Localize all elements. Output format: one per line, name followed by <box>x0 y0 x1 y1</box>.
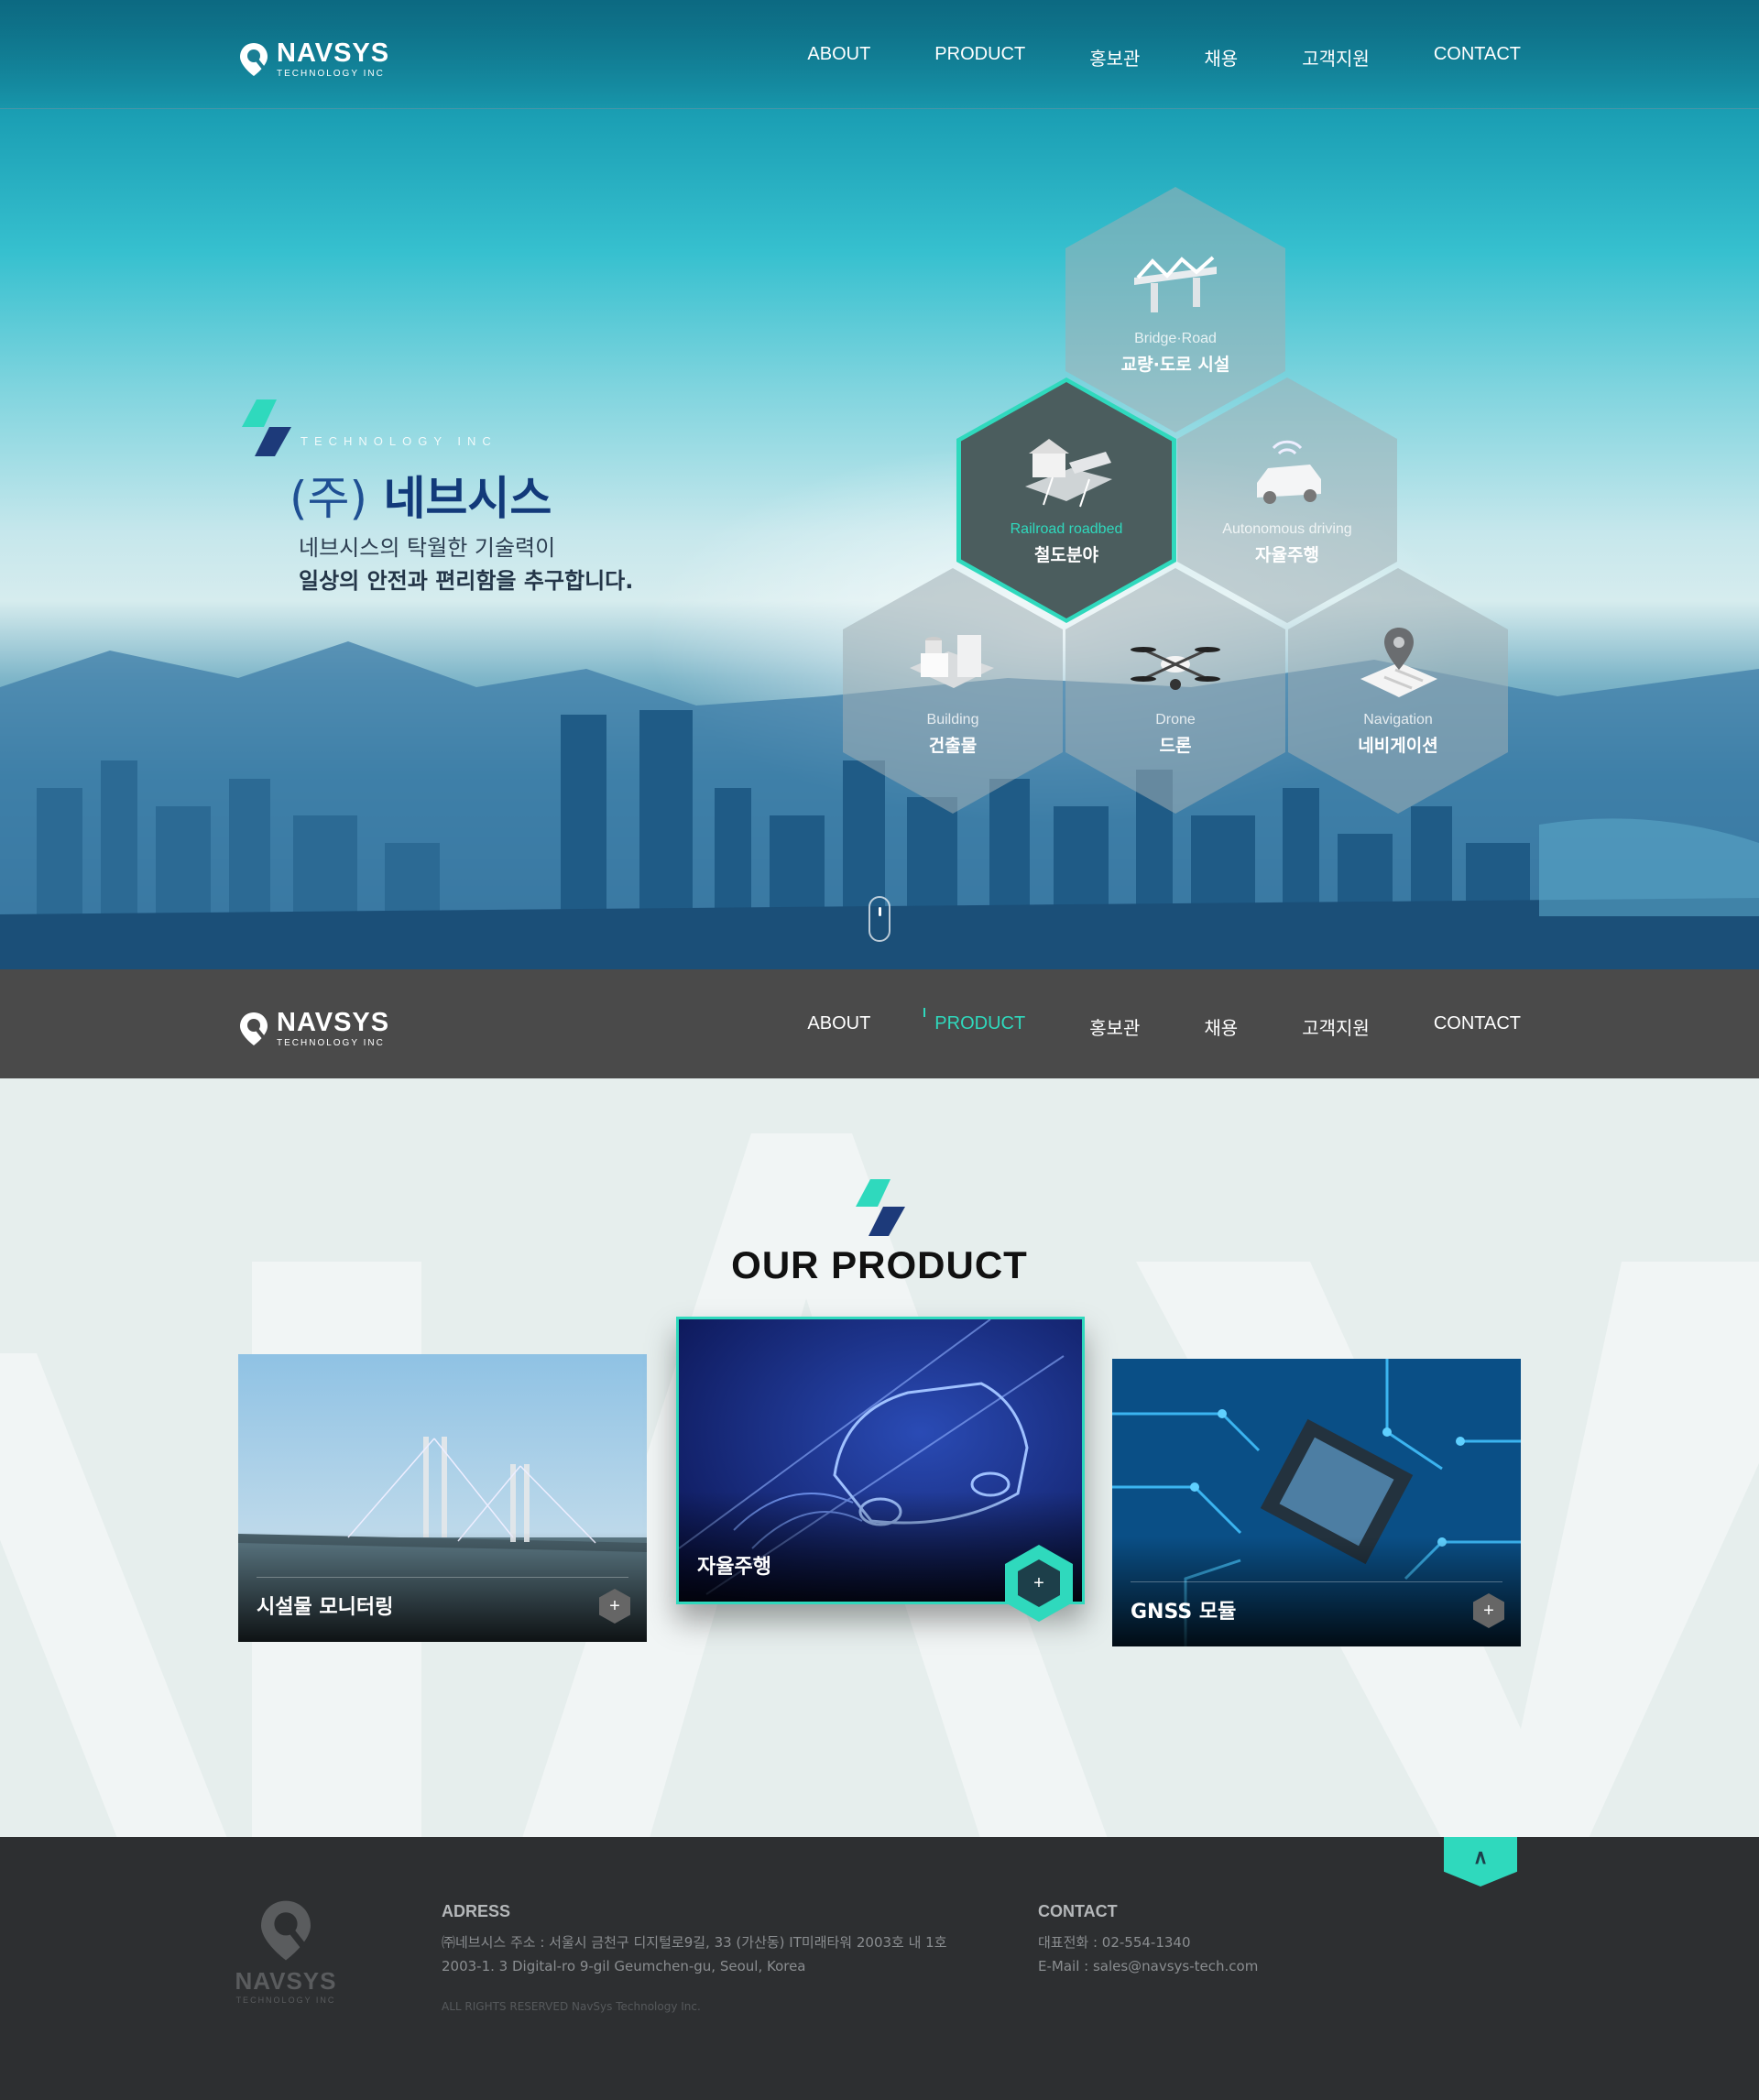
hex-ko: 철도분야 <box>1034 545 1098 565</box>
hero-line2: 일상의 안전과 편리함을 추구합니다. <box>299 568 634 594</box>
nav-contact[interactable]: CONTACT <box>1434 44 1521 71</box>
drone-icon <box>1131 647 1220 690</box>
hex-ko: 드론 <box>1159 736 1192 756</box>
hex-en: Building <box>926 712 979 727</box>
hex-en: Bridge·Road <box>1134 331 1217 346</box>
address-line2: 2003-1. 3 Digital-ro 9-gil Geumchen-gu, … <box>442 1958 806 1974</box>
logo-pin-icon <box>240 1012 268 1045</box>
card-rule <box>1131 1581 1502 1582</box>
nav-contact[interactable]: CONTACT <box>1434 1013 1521 1040</box>
top-header: NAVSYS TECHNOLOGY INC ABOUT PRODUCT 홍보관 … <box>0 0 1759 109</box>
nav-support[interactable]: 고객지원 <box>1302 1013 1370 1040</box>
logo-name: NAVSYS <box>277 38 390 68</box>
sticky-header: NAVSYS TECHNOLOGY INC ABOUT PRODUCT 홍보관 … <box>0 969 1759 1078</box>
logo[interactable]: NAVSYS TECHNOLOGY INC <box>238 1010 389 1048</box>
nav-recruit[interactable]: 채용 <box>1204 44 1238 71</box>
nav-product[interactable]: PRODUCT <box>934 44 1025 71</box>
card-title: GNSS 모듈 <box>1131 1601 1237 1624</box>
products-section: OUR PRODUCT 시설물 모니터링 + 자율주행 + GNSS 모듈 + <box>0 1078 1759 1837</box>
product-card-autonomous[interactable]: 자율주행 + <box>676 1317 1085 1622</box>
logo[interactable]: NAVSYS TECHNOLOGY INC <box>238 40 389 79</box>
hex-ko: 네비게이션 <box>1358 736 1438 756</box>
footer-contact: CONTACT 대표전화 : 02-554-1340 E-Mail : sale… <box>1038 1899 1258 1978</box>
nav-product[interactable]: PRODUCT <box>923 1008 1025 1040</box>
footer: ∧ NAVSYS TECHNOLOGY INC ADRESS ㈜네브시스 주소 … <box>0 1837 1759 2100</box>
products-heading: OUR PRODUCT <box>0 1179 1759 1287</box>
railroad-icon <box>1025 439 1112 508</box>
logo-sub: TECHNOLOGY INC <box>277 69 385 79</box>
nav-recruit[interactable]: 채용 <box>1204 1013 1238 1040</box>
bolt-mark-icon <box>856 1179 905 1236</box>
card-title: 시설물 모니터링 <box>257 1596 394 1619</box>
nav-about[interactable]: ABOUT <box>807 1013 870 1040</box>
logo-sub: TECHNOLOGY INC <box>277 1038 385 1048</box>
hex-ko: 교량·도로 시설 <box>1120 355 1230 375</box>
address-line1: ㈜네브시스 주소 : 서울시 금천구 디지털로9길, 33 (가산동) IT미래… <box>442 1934 947 1951</box>
hero-section: NAVSYS TECHNOLOGY INC ABOUT PRODUCT 홍보관 … <box>0 0 1759 969</box>
main-nav-secondary: ABOUT PRODUCT 홍보관 채용 고객지원 CONTACT <box>807 1008 1521 1040</box>
product-card-monitoring[interactable]: 시설물 모니터링 + <box>238 1354 647 1642</box>
phone: 대표전화 : 02-554-1340 <box>1038 1934 1191 1951</box>
logo-pin-icon <box>261 1900 311 1961</box>
nav-pr[interactable]: 홍보관 <box>1089 1013 1140 1040</box>
hero-company: (주) 네브시스 <box>290 462 552 528</box>
bolt-mark-icon <box>242 399 291 456</box>
car-icon <box>1257 440 1321 504</box>
nav-pr[interactable]: 홍보관 <box>1089 44 1140 71</box>
hex-en: Railroad roadbed <box>1010 521 1123 537</box>
scroll-indicator[interactable] <box>869 896 890 942</box>
product-card-gnss[interactable]: GNSS 모듈 + <box>1112 1359 1521 1646</box>
footer-logo: NAVSYS TECHNOLOGY INC <box>235 1898 337 2005</box>
address-heading: ADRESS <box>442 1902 511 1920</box>
hex-en: Autonomous driving <box>1222 521 1352 537</box>
arrow-up-icon: ∧ <box>1472 1845 1489 1868</box>
copyright: ALL RIGHTS RESERVED NavSys Technology In… <box>442 2000 701 2013</box>
products-title: OUR PRODUCT <box>731 1243 1028 1286</box>
building-icon <box>910 635 994 688</box>
main-nav: ABOUT PRODUCT 홍보관 채용 고객지원 CONTACT <box>807 44 1521 71</box>
scroll-top-button[interactable]: ∧ <box>1444 1837 1517 1887</box>
email[interactable]: E-Mail : sales@navsys-tech.com <box>1038 1954 1258 1978</box>
hex-en: Drone <box>1155 712 1196 727</box>
card-rule <box>257 1577 628 1578</box>
footer-logo-sub: TECHNOLOGY INC <box>235 1996 336 2005</box>
hero-line1: 네브시스의 탁월한 기술력이 <box>299 535 556 561</box>
nav-support[interactable]: 고객지원 <box>1302 44 1370 71</box>
hero-tech-label: TECHNOLOGY INC <box>300 434 497 448</box>
navigation-pin-icon <box>1360 628 1437 697</box>
page: NAVSYS TECHNOLOGY INC ABOUT PRODUCT 홍보관 … <box>0 0 1759 2100</box>
company-paren: (주) <box>290 472 368 525</box>
footer-logo-name: NAVSYS <box>235 1967 337 1995</box>
card-shade <box>1112 1537 1521 1646</box>
nav-about[interactable]: ABOUT <box>807 44 870 71</box>
company-name: 네브시스 <box>383 472 552 525</box>
card-shade <box>238 1532 647 1642</box>
logo-name: NAVSYS <box>277 1008 390 1037</box>
hex-en: Navigation <box>1363 712 1433 727</box>
hex-ko: 자율주행 <box>1255 545 1319 565</box>
hex-ko: 건출물 <box>928 736 978 756</box>
contact-heading: CONTACT <box>1038 1902 1118 1920</box>
footer-address: ADRESS ㈜네브시스 주소 : 서울시 금천구 디지털로9길, 33 (가산… <box>442 1899 947 1978</box>
bridge-icon <box>1134 256 1217 312</box>
card-title: 자율주행 <box>697 1556 771 1579</box>
logo-pin-icon <box>240 43 268 76</box>
plus-icon: + <box>1018 1559 1060 1607</box>
